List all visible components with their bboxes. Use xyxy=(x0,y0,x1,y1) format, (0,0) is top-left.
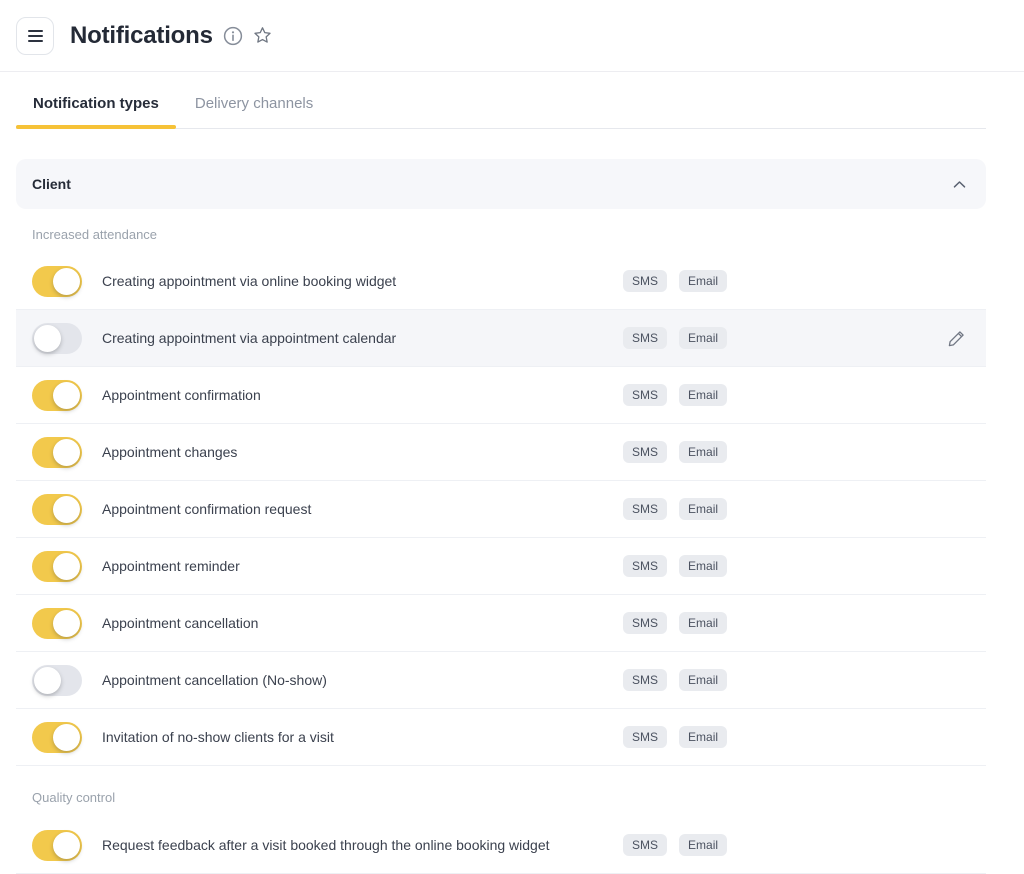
edit-pencil-icon[interactable] xyxy=(947,329,966,348)
channel-badges: SMS Email xyxy=(623,498,727,520)
hamburger-menu-button[interactable] xyxy=(16,17,54,55)
notification-row: Creating appointment via appointment cal… xyxy=(16,310,986,367)
toggle-switch[interactable] xyxy=(32,323,82,354)
channel-badge-sms: SMS xyxy=(623,834,667,856)
channel-badge-email: Email xyxy=(679,441,727,463)
channel-badges: SMS Email xyxy=(623,384,727,406)
toggle-switch[interactable] xyxy=(32,266,82,297)
channel-badge-sms: SMS xyxy=(623,441,667,463)
channel-badge-sms: SMS xyxy=(623,555,667,577)
page-title: Notifications xyxy=(70,22,213,50)
toggle-switch[interactable] xyxy=(32,494,82,525)
section-header-client[interactable]: Client xyxy=(16,159,986,209)
channel-badge-email: Email xyxy=(679,498,727,520)
notification-label: Appointment reminder xyxy=(102,558,623,574)
channel-badge-email: Email xyxy=(679,834,727,856)
channel-badge-email: Email xyxy=(679,726,727,748)
tab-delivery-channels[interactable]: Delivery channels xyxy=(178,82,330,128)
page-header: Notifications xyxy=(0,0,1024,72)
hamburger-icon xyxy=(28,30,43,32)
group-label: Increased attendance xyxy=(32,227,986,242)
notification-group: Quality control Request feedback after a… xyxy=(16,790,986,874)
notification-label: Appointment confirmation xyxy=(102,387,623,403)
channel-badge-sms: SMS xyxy=(623,612,667,634)
toggle-knob xyxy=(34,667,61,694)
notification-settings: Client Increased attendance Creating app… xyxy=(16,159,986,874)
notification-label: Creating appointment via appointment cal… xyxy=(102,330,623,346)
toggle-knob xyxy=(53,724,80,751)
channel-badges: SMS Email xyxy=(623,270,727,292)
notification-row: Invitation of no-show clients for a visi… xyxy=(16,709,986,766)
channel-badge-email: Email xyxy=(679,270,727,292)
channel-badges: SMS Email xyxy=(623,726,727,748)
group-rows: Request feedback after a visit booked th… xyxy=(16,817,986,874)
tab-bar: Notification types Delivery channels xyxy=(16,72,986,129)
channel-badge-sms: SMS xyxy=(623,270,667,292)
notification-row: Appointment confirmation SMS Email xyxy=(16,367,986,424)
toggle-knob xyxy=(53,553,80,580)
group-label: Quality control xyxy=(32,790,986,805)
notification-row: Appointment changes SMS Email xyxy=(16,424,986,481)
notification-row: Appointment cancellation (No-show) SMS Em… xyxy=(16,652,986,709)
notification-row: Appointment cancellation SMS Email xyxy=(16,595,986,652)
notification-row: Appointment reminder SMS Email xyxy=(16,538,986,595)
section-title: Client xyxy=(32,176,71,192)
channel-badges: SMS Email xyxy=(623,834,727,856)
toggle-knob xyxy=(53,496,80,523)
notification-groups: Increased attendance Creating appointmen… xyxy=(16,227,986,874)
notification-row: Request feedback after a visit booked th… xyxy=(16,817,986,874)
channel-badge-sms: SMS xyxy=(623,384,667,406)
toggle-knob xyxy=(53,832,80,859)
channel-badge-email: Email xyxy=(679,612,727,634)
channel-badge-sms: SMS xyxy=(623,726,667,748)
channel-badge-email: Email xyxy=(679,384,727,406)
channel-badge-sms: SMS xyxy=(623,498,667,520)
channel-badges: SMS Email xyxy=(623,555,727,577)
group-rows: Creating appointment via online booking … xyxy=(16,253,986,766)
toggle-switch[interactable] xyxy=(32,437,82,468)
channel-badge-sms: SMS xyxy=(623,669,667,691)
toggle-switch[interactable] xyxy=(32,830,82,861)
notification-group: Increased attendance Creating appointmen… xyxy=(16,227,986,766)
notification-row: Creating appointment via online booking … xyxy=(16,253,986,310)
channel-badge-email: Email xyxy=(679,669,727,691)
notification-label: Appointment cancellation xyxy=(102,615,623,631)
toggle-switch[interactable] xyxy=(32,722,82,753)
chevron-up-icon[interactable] xyxy=(953,180,966,189)
channel-badge-email: Email xyxy=(679,327,727,349)
tab-notification-types[interactable]: Notification types xyxy=(16,82,176,128)
channel-badges: SMS Email xyxy=(623,327,727,349)
channel-badge-email: Email xyxy=(679,555,727,577)
notification-label: Invitation of no-show clients for a visi… xyxy=(102,729,623,745)
notification-row: Appointment confirmation request SMS Emai… xyxy=(16,481,986,538)
toggle-switch[interactable] xyxy=(32,380,82,411)
notification-label: Creating appointment via online booking … xyxy=(102,273,623,289)
notification-label: Appointment cancellation (No-show) xyxy=(102,672,623,688)
toggle-knob xyxy=(53,439,80,466)
star-outline-icon[interactable] xyxy=(252,25,273,46)
info-circle-icon[interactable] xyxy=(223,26,243,46)
notification-label: Appointment confirmation request xyxy=(102,501,623,517)
toggle-knob xyxy=(53,268,80,295)
channel-badges: SMS Email xyxy=(623,441,727,463)
toggle-switch[interactable] xyxy=(32,665,82,696)
toggle-knob xyxy=(53,610,80,637)
notification-label: Appointment changes xyxy=(102,444,623,460)
channel-badges: SMS Email xyxy=(623,669,727,691)
toggle-knob xyxy=(53,382,80,409)
toggle-knob xyxy=(34,325,61,352)
toggle-switch[interactable] xyxy=(32,551,82,582)
channel-badge-sms: SMS xyxy=(623,327,667,349)
channel-badges: SMS Email xyxy=(623,612,727,634)
toggle-switch[interactable] xyxy=(32,608,82,639)
